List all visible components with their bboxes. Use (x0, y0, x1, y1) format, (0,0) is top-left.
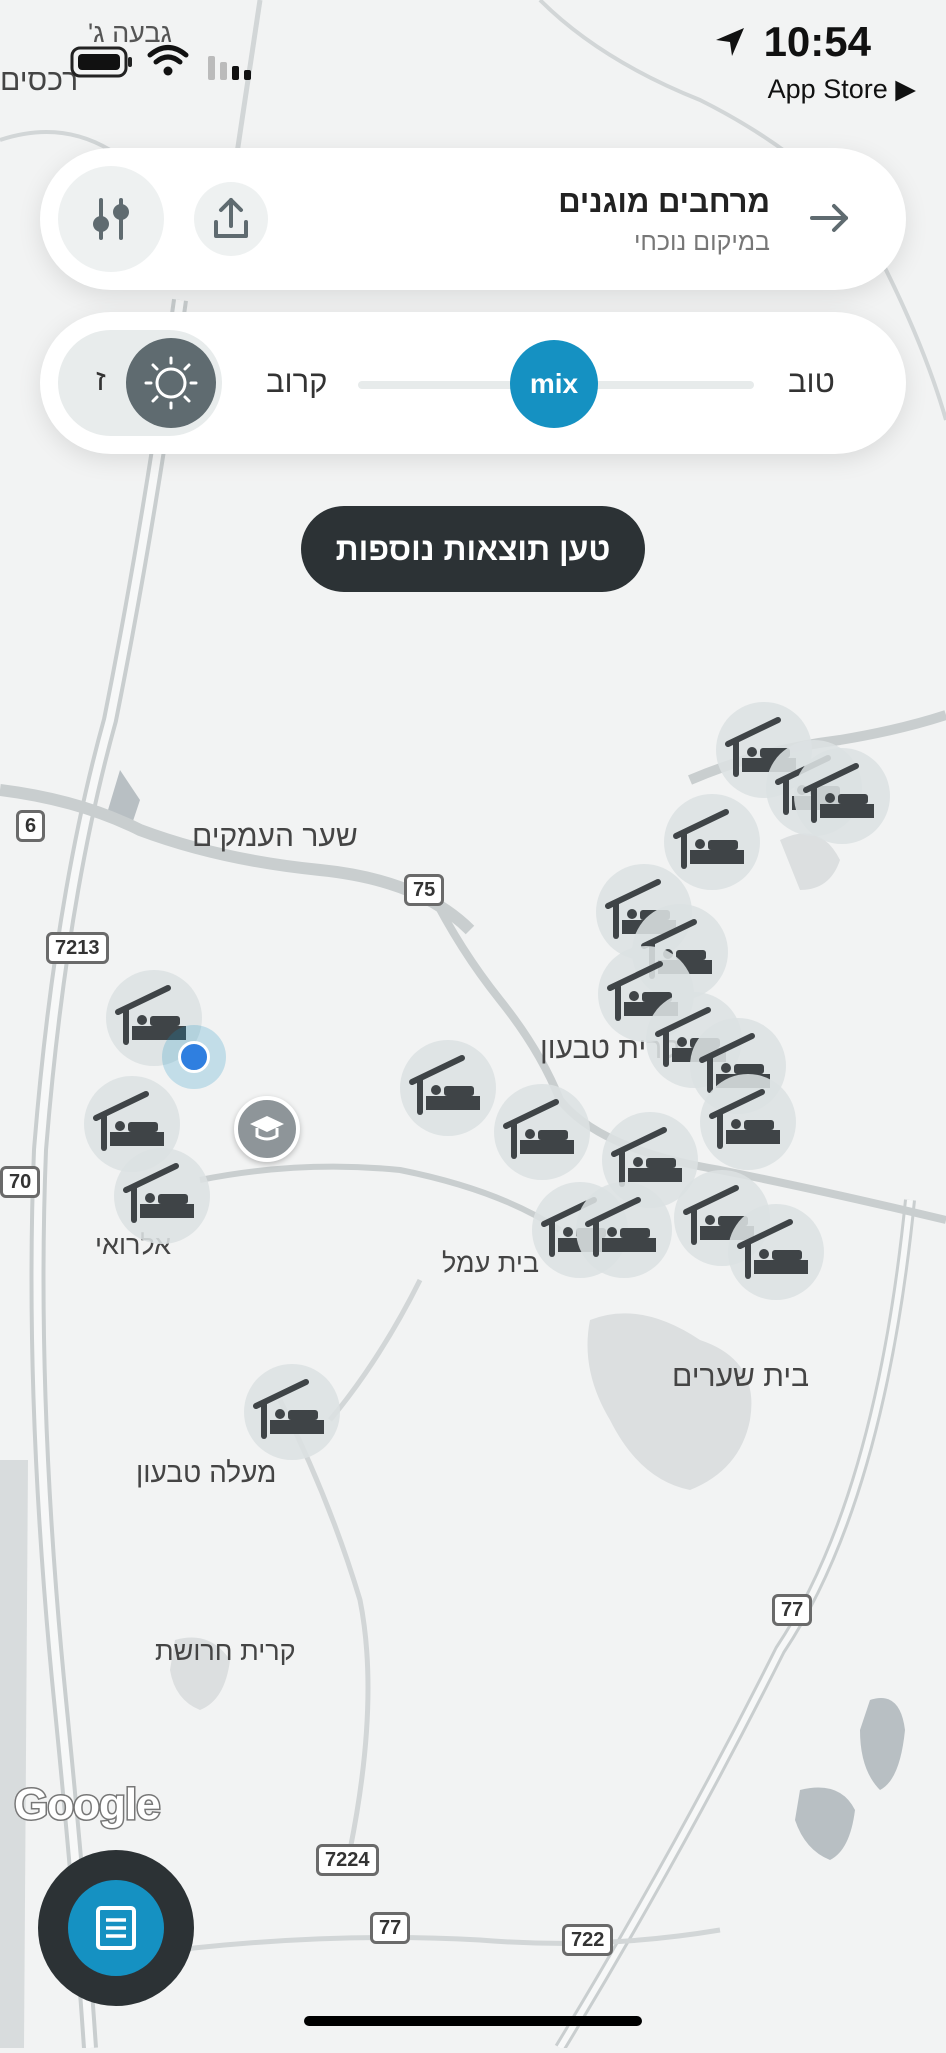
shelter-marker[interactable] (728, 1204, 824, 1300)
status-bar: גבעה ג' רכסים 10:54 App Store ▶ (0, 0, 946, 130)
share-icon (214, 198, 248, 238)
bed-lodge-icon (123, 1163, 194, 1223)
road-shield: 70 (0, 1166, 41, 1198)
bed-lodge-icon (803, 763, 874, 823)
card-title: מרחבים מוגנים (558, 184, 770, 219)
toggle-letter: ז (96, 364, 106, 397)
place-label: קרית חרושת (155, 1636, 296, 1666)
bed-lodge-icon (503, 1099, 574, 1159)
signal-icon (208, 56, 251, 80)
place-label: בית עמל (442, 1248, 540, 1278)
place-label: בית שערים (672, 1360, 810, 1393)
place-label: שער העמקים (192, 820, 358, 853)
near-label: קרוב (266, 364, 328, 399)
bed-lodge-icon (709, 1089, 780, 1149)
load-more-button[interactable]: טען תוצאות נוספות (301, 506, 645, 592)
shelter-marker[interactable] (494, 1084, 590, 1180)
graduation-cap-icon[interactable] (234, 1096, 300, 1162)
bed-lodge-icon (253, 1379, 324, 1439)
sort-slider-card: ז קרוב mix טוב (40, 312, 906, 454)
road-shield: 7213 (46, 932, 109, 964)
shelter-marker[interactable] (576, 1182, 672, 1278)
good-label: טוב (788, 364, 835, 399)
road-shield: 75 (404, 874, 445, 906)
place-label: רכסים (0, 64, 79, 97)
google-logo: Google (13, 1779, 163, 1831)
bed-lodge-icon (585, 1197, 656, 1257)
shelter-marker[interactable] (400, 1040, 496, 1136)
list-icon (96, 1906, 136, 1950)
shelter-marker[interactable] (794, 748, 890, 844)
back-to-app-link[interactable]: App Store ▶ (768, 74, 916, 105)
road-shield: 77 (370, 1912, 411, 1944)
filter-button[interactable] (58, 166, 164, 272)
navigation-arrow-icon (716, 28, 744, 56)
battery-icon (70, 46, 132, 78)
status-time: 10:54 (763, 18, 871, 65)
bed-lodge-icon (737, 1219, 808, 1279)
shelter-marker[interactable] (114, 1148, 210, 1244)
bed-lodge-icon (409, 1055, 480, 1115)
road-shield: 77 (772, 1594, 813, 1626)
share-button[interactable] (194, 182, 268, 256)
place-label: מעלה טבעון (136, 1457, 277, 1488)
road-shield: 6 (16, 810, 46, 842)
filter-sliders-icon (93, 198, 129, 240)
road-shield: 7224 (316, 1844, 379, 1876)
sun-icon (144, 356, 198, 410)
home-indicator (304, 2016, 642, 2026)
slider-knob[interactable]: mix (510, 340, 598, 428)
wifi-icon (147, 45, 189, 76)
location-dot-icon (162, 1025, 226, 1089)
header-card: מרחבים מוגנים במיקום נוכחי (40, 148, 906, 290)
list-view-button[interactable] (38, 1850, 194, 2006)
toggle-knob (126, 338, 216, 428)
list-view-button-inner (68, 1880, 164, 1976)
shelter-marker[interactable] (244, 1364, 340, 1460)
card-subtitle: במיקום נוכחי (633, 228, 770, 256)
shelter-marker[interactable] (700, 1074, 796, 1170)
arrow-right-icon[interactable] (806, 194, 854, 242)
road-shield: 722 (562, 1924, 614, 1956)
theme-toggle[interactable]: ז (58, 330, 222, 436)
